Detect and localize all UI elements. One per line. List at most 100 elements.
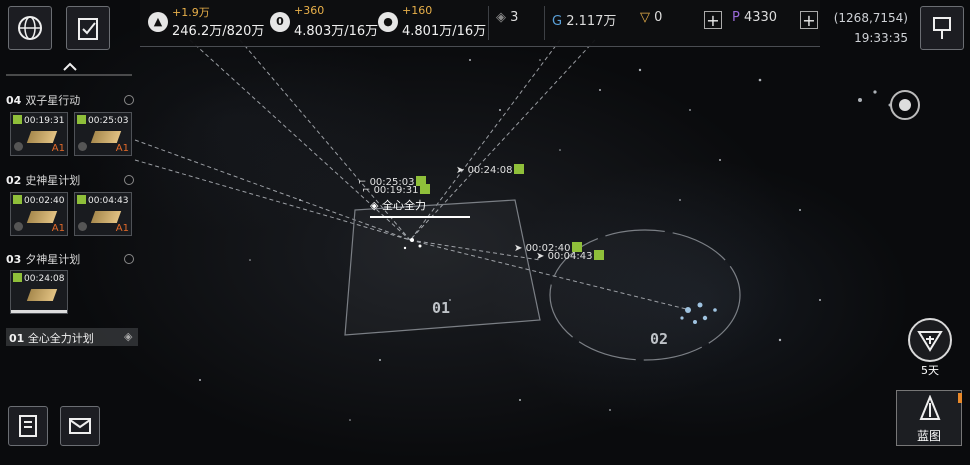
fleet-flag-icon: [420, 184, 431, 194]
days-label: 5天: [921, 364, 939, 377]
rank-value: 3: [510, 10, 519, 25]
ship-icon: [26, 131, 58, 143]
group-title[interactable]: 04 双子星行动: [6, 92, 80, 108]
tier-badge: A1: [51, 143, 65, 154]
plan-number: 01: [9, 332, 25, 345]
fleet-time: 00:04:43: [547, 251, 593, 262]
notification-badge: [958, 393, 962, 403]
bookmark-button[interactable]: [920, 6, 964, 50]
blueprint-label: 蓝图: [916, 429, 941, 443]
status-circle: [78, 142, 87, 151]
fleet-timer: 00:19:31: [13, 115, 64, 126]
blueprint-button[interactable]: 蓝图: [896, 390, 962, 446]
resource-amount: 4.803万/16万: [294, 24, 379, 39]
status-circle: [14, 222, 23, 231]
notes-button[interactable]: [8, 406, 48, 446]
mail-icon: [69, 418, 91, 434]
globe-icon: [18, 16, 42, 40]
premium-icon: P: [732, 10, 740, 25]
token-icon: ▽: [640, 10, 650, 25]
fleet-timer: 00:25:03: [77, 115, 128, 126]
premium-display[interactable]: P 4330: [732, 10, 777, 30]
divider: [544, 6, 545, 40]
timer-text: 00:19:31: [24, 116, 65, 126]
diamond-icon: ◈: [124, 330, 133, 343]
fleet-card[interactable]: 00:24:08: [10, 270, 68, 314]
credits-display[interactable]: G 2.117万: [552, 10, 616, 30]
selected-fleet-name: 全心全力: [381, 199, 426, 212]
selected-fleet-label[interactable]: ◈ 全心全力: [370, 197, 470, 218]
tokens-display[interactable]: ▽ 0: [640, 10, 662, 30]
timer-text: 00:24:08: [24, 274, 65, 284]
add-tokens-button[interactable]: +: [704, 11, 722, 29]
document-icon: [19, 415, 37, 437]
divider: [488, 6, 489, 40]
group-number: 04: [6, 94, 22, 107]
checklist-icon: [78, 18, 98, 40]
ship-icon: [26, 289, 58, 301]
group-name: 夕神星计划: [25, 253, 81, 266]
fleet-marker[interactable]: ➤ 00:24:08: [456, 164, 525, 176]
crystal-icon: 0: [270, 12, 290, 32]
target-button[interactable]: [890, 90, 920, 120]
group-name: 史神星计划: [25, 174, 81, 187]
group-number: 03: [6, 253, 22, 266]
ship-icon: [90, 211, 122, 223]
shield-button[interactable]: [908, 318, 952, 362]
group-status-dot: [124, 175, 134, 185]
sector-label: 01: [432, 299, 451, 317]
ship-icon: [90, 131, 122, 143]
pin-icon: [933, 17, 951, 39]
fleet-timer: 00:24:08: [13, 273, 64, 284]
rank-indicator[interactable]: ◈ 3: [496, 10, 518, 30]
timer-text: 00:25:03: [88, 116, 129, 126]
tier-badge: A1: [51, 223, 65, 234]
fleet-card[interactable]: 00:25:03 A1: [74, 112, 132, 156]
selected-fleet-bar: [370, 216, 470, 218]
timer-text: 00:02:40: [24, 196, 65, 206]
ship-icon: [26, 211, 58, 223]
tasks-button[interactable]: [66, 6, 110, 50]
star-map: [134, 39, 892, 421]
fleet-card[interactable]: 00:19:31 A1: [10, 112, 68, 156]
fleet-flag-icon: [514, 164, 525, 174]
plan-name: 全心全力计划: [27, 332, 94, 345]
group-title[interactable]: 03 夕神星计划: [6, 251, 80, 267]
premium-value: 4330: [743, 10, 778, 25]
tier-badge: A1: [115, 223, 129, 234]
timer-text: 00:04:43: [88, 196, 129, 206]
group-title[interactable]: 02 史神星计划: [6, 172, 80, 188]
diamond-icon: ◈: [370, 199, 379, 212]
group-status-dot: [124, 95, 134, 105]
resource-delta: +160: [402, 4, 433, 17]
panel-collapse[interactable]: [6, 60, 132, 80]
group-number: 02: [6, 174, 22, 187]
resource-bar: ▲ +1.9万 246.2万/820万 0 +360 4.803万/16万 ● …: [140, 0, 820, 47]
coordinate-readout: (1268,7154) 19:33:35: [826, 8, 908, 48]
fleet-marker[interactable]: ➤ 00:04:43: [536, 250, 605, 262]
resource-amount: 4.801万/16万: [402, 24, 487, 39]
rank-icon: ◈: [496, 10, 506, 25]
mail-button[interactable]: [60, 406, 100, 446]
credits-value: 2.117万: [566, 14, 617, 29]
clock-value: 19:33:35: [854, 31, 908, 45]
fleet-timer: 00:04:43: [77, 195, 128, 206]
status-circle: [14, 142, 23, 151]
fleet-timer: 00:02:40: [13, 195, 64, 206]
fleet-marker[interactable]: ⌐ 00:19:31: [362, 184, 431, 196]
globe-button[interactable]: [8, 6, 52, 50]
fleet-card[interactable]: 00:04:43 A1: [74, 192, 132, 236]
fleet-card[interactable]: 00:02:40 A1: [10, 192, 68, 236]
blueprint-icon: [919, 395, 941, 420]
fleet-time: 00:19:31: [373, 185, 419, 196]
tier-badge: A1: [115, 143, 129, 154]
add-premium-button[interactable]: +: [800, 11, 818, 29]
shield-icon: [917, 331, 943, 352]
triangle-icon: ▲: [148, 12, 168, 32]
credits-icon: G: [552, 14, 563, 29]
resource-delta: +360: [294, 4, 325, 17]
plan-row[interactable]: 01 全心全力计划 ◈: [6, 328, 138, 346]
chevron-up-icon: [6, 62, 132, 76]
group-name: 双子星行动: [25, 94, 81, 107]
target-icon: [899, 99, 911, 111]
